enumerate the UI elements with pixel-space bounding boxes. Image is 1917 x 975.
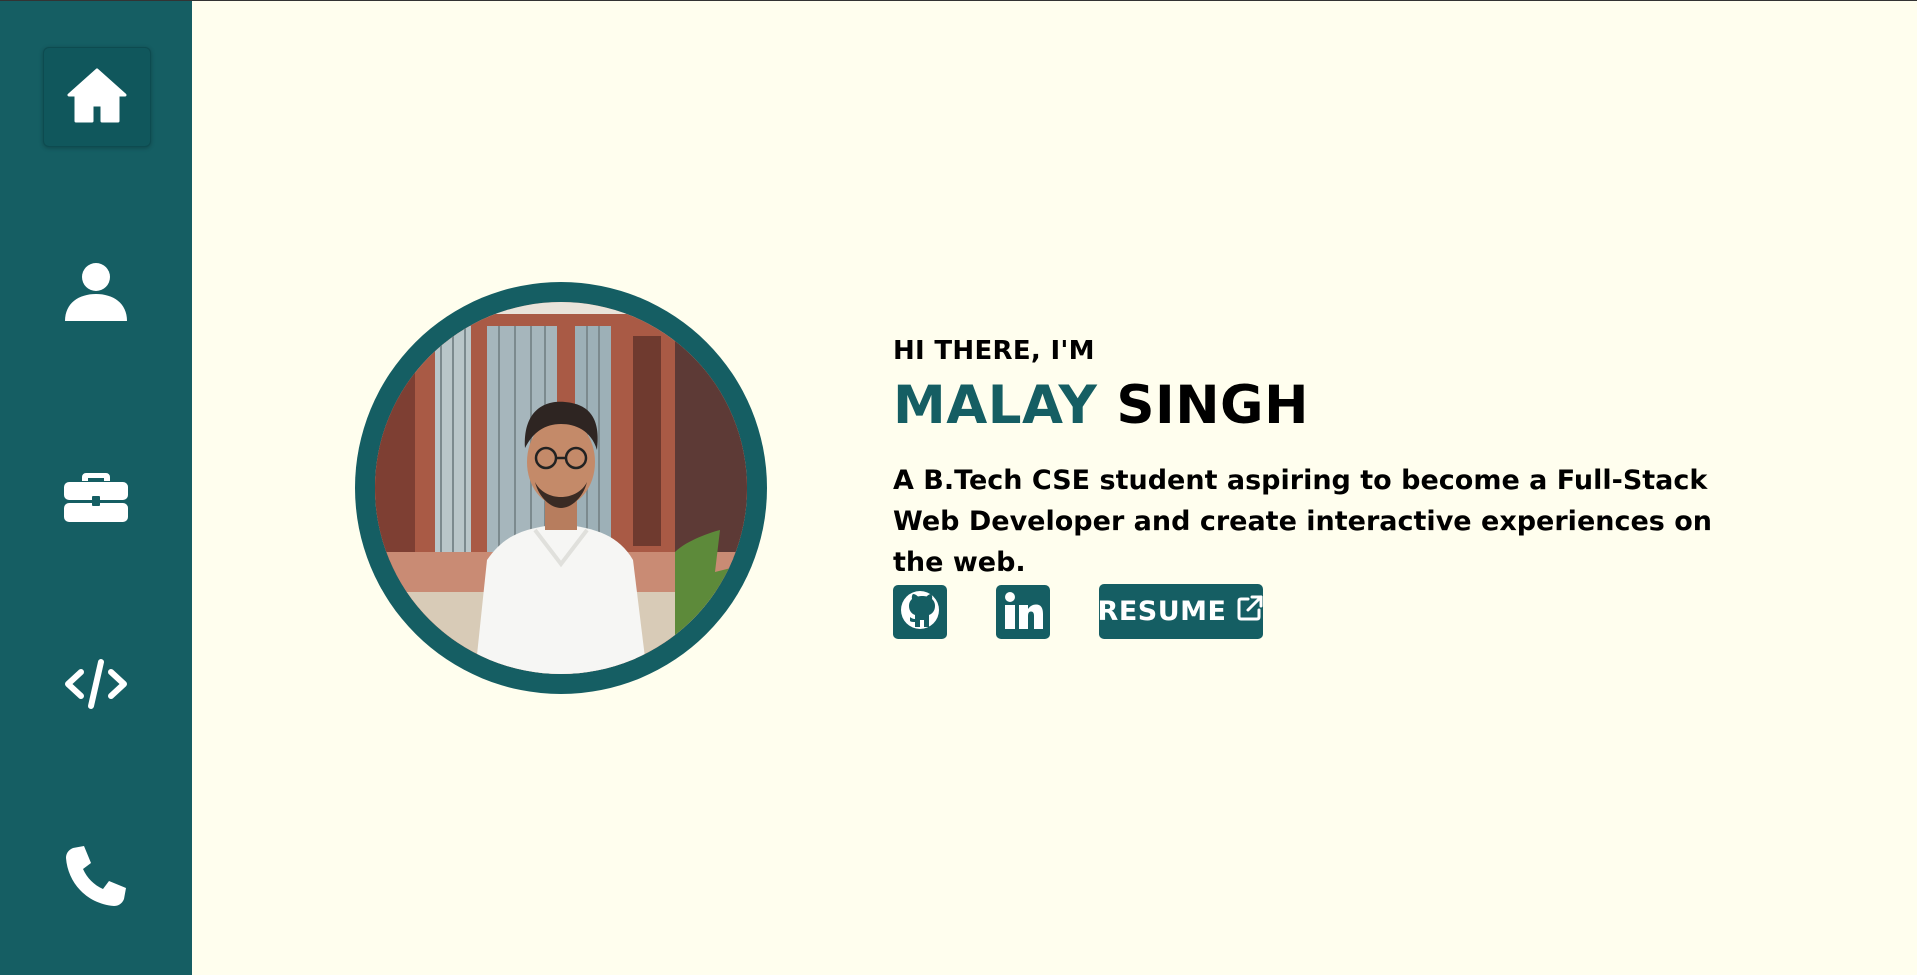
sidebar-item-projects[interactable] <box>43 637 149 735</box>
greeting-text: HI THERE, I'M <box>893 336 1095 366</box>
code-icon <box>64 652 128 720</box>
linkedin-link-button[interactable] <box>996 584 1050 639</box>
resume-label: RESUME <box>1097 596 1227 627</box>
top-border <box>0 0 1917 1</box>
sidebar-item-home[interactable] <box>43 47 151 147</box>
sidebar <box>0 1 192 975</box>
last-name: SINGH <box>1116 375 1309 436</box>
social-links: RESUME <box>893 584 1263 639</box>
first-name: MALAY <box>893 375 1098 436</box>
briefcase-icon <box>64 461 128 529</box>
hero-description: A B.Tech CSE student aspiring to become … <box>893 464 1713 578</box>
github-icon <box>898 588 942 636</box>
page-title: MALAY SINGH <box>893 374 1713 438</box>
sidebar-item-about[interactable] <box>43 244 149 342</box>
home-icon <box>65 63 129 131</box>
github-link-button[interactable] <box>893 584 947 639</box>
sidebar-item-work[interactable] <box>43 446 149 544</box>
resume-button[interactable]: RESUME <box>1097 584 1264 639</box>
sidebar-item-contact[interactable] <box>43 829 149 927</box>
phone-icon <box>64 844 128 912</box>
linkedin-icon <box>1001 588 1045 636</box>
profile-photo-frame <box>355 282 767 694</box>
hero-intro: HI THERE, I'M MALAY SINGH A B.Tech CSE s… <box>893 336 1713 583</box>
profile-photo <box>375 302 747 674</box>
user-icon <box>64 259 128 327</box>
external-link-icon <box>1226 594 1264 629</box>
